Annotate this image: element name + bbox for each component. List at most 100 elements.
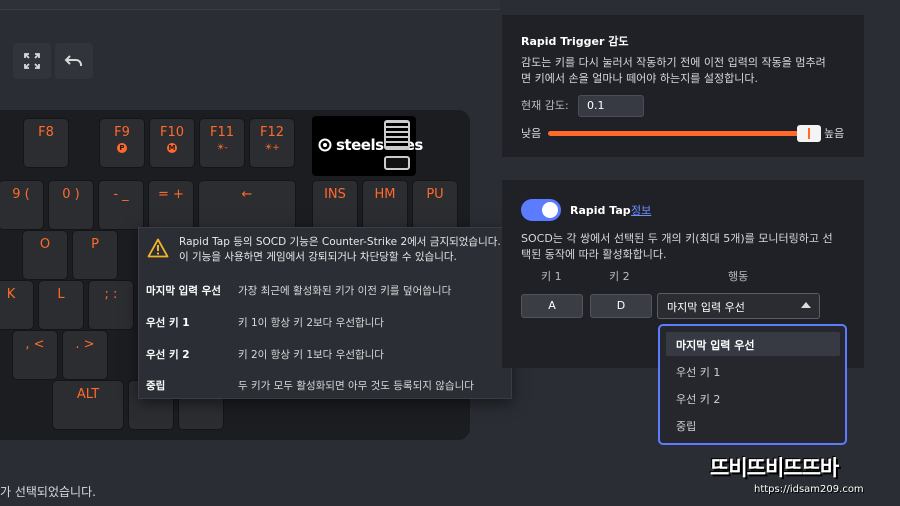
brightness-icon: ☀-: [216, 143, 228, 153]
keyboard-key[interactable]: = +: [148, 180, 194, 230]
key-label: 0 ): [62, 187, 80, 202]
sensitivity-input[interactable]: 0.1: [578, 95, 644, 117]
key-label: = +: [158, 187, 184, 202]
key-label: L: [57, 287, 65, 302]
sensitivity-slider-track[interactable]: [548, 131, 818, 136]
selection-status-text: 가 선택되었습니다.: [0, 485, 96, 499]
key-label: F9: [114, 125, 130, 140]
keyboard-key[interactable]: 0 ): [48, 180, 94, 230]
key2-button[interactable]: D: [590, 294, 652, 318]
keyboard-key[interactable]: , <: [12, 330, 58, 380]
tooltip-row-desc: 가장 최근에 활성화된 키가 이전 키를 덮어씁니다: [238, 285, 452, 297]
warning-text: Rapid Tap 등의 SOCD 기능은 Counter-Strike 2에서…: [179, 236, 501, 263]
key-label: ←: [241, 187, 253, 202]
column-key2-label: 키 2: [609, 270, 630, 283]
tooltip-row-desc: 키 2이 항상 키 1보다 우선합니다: [238, 349, 384, 361]
roller-icon: [384, 156, 410, 170]
key-label: F10: [159, 125, 185, 140]
tooltip-row: 마지막 입력 우선 가장 최근에 활성화된 키가 이전 키를 덮어씁니다: [146, 283, 506, 298]
keyboard-key[interactable]: F10 M: [149, 118, 195, 168]
key-label: PU: [426, 187, 444, 202]
top-bar: [0, 0, 500, 10]
dropdown-option-last-input[interactable]: 마지막 입력 우선: [666, 332, 840, 356]
sensitivity-slider-thumb[interactable]: [797, 125, 821, 142]
logo-key[interactable]: steelseries: [312, 116, 423, 176]
key-label: 9 (: [12, 187, 30, 202]
socd-warning-tooltip: Rapid Tap 등의 SOCD 기능은 Counter-Strike 2에서…: [138, 227, 512, 399]
undo-button[interactable]: [55, 43, 93, 79]
key-label: F11: [209, 125, 235, 140]
action-select-value: 마지막 입력 우선: [667, 301, 745, 314]
tooltip-row: 우선 키 1 키 1이 항상 키 2보다 우선합니다: [146, 315, 506, 330]
watermark-text: 뜨비뜨비뜨뜨바: [710, 456, 839, 480]
slider-high-label: 높음: [824, 127, 845, 140]
key-label: ; :: [104, 287, 118, 302]
rapid-tap-info-link[interactable]: 정보: [631, 202, 651, 219]
tooltip-row: 우선 키 2 키 2이 항상 키 1보다 우선합니다: [146, 347, 506, 362]
warning-icon: [147, 238, 169, 258]
screen-icon: [384, 120, 410, 150]
key-label: F12: [259, 125, 285, 140]
rapid-tap-desc-1: SOCD는 각 쌍에서 선택된 두 개의 키(최대 5개)를 모니터링하고 선: [521, 232, 833, 245]
fullscreen-button[interactable]: [13, 43, 51, 79]
keyboard-key[interactable]: HM: [362, 180, 408, 230]
current-sensitivity-label: 현재 감도:: [521, 99, 569, 112]
rapid-tap-title: Rapid Tap: [570, 204, 631, 217]
key-label: K: [6, 287, 16, 302]
keyboard-key[interactable]: ALT: [52, 380, 124, 430]
keyboard-key[interactable]: K: [0, 280, 34, 330]
action-select[interactable]: 마지막 입력 우선: [657, 293, 820, 319]
keyboard-key[interactable]: F11 ☀-: [199, 118, 245, 168]
undo-icon: [64, 55, 82, 66]
keyboard-key[interactable]: . >: [62, 330, 108, 380]
key-label: F8: [38, 125, 54, 140]
keyboard-key[interactable]: - _: [98, 180, 144, 230]
keyboard-key[interactable]: ; :: [88, 280, 134, 330]
tooltip-row-label: 중립: [146, 380, 166, 392]
tooltip-row-label: 우선 키 1: [146, 317, 190, 329]
column-key1-label: 키 1: [541, 270, 562, 283]
tooltip-row-desc: 키 1이 항상 키 2보다 우선합니다: [238, 317, 384, 329]
watermark-url: https://idsam209.com: [754, 484, 864, 495]
keyboard-key[interactable]: O: [22, 230, 68, 280]
tooltip-row: 중립 두 키가 모두 활성화되면 아무 것도 등록되지 않습니다: [146, 378, 506, 393]
key-label: ALT: [76, 387, 100, 402]
dropdown-option-priority-key1[interactable]: 우선 키 1: [666, 359, 840, 383]
key-label: P: [91, 237, 99, 252]
rapid-trigger-title: Rapid Trigger 감도: [521, 35, 629, 48]
dropdown-option-neutral[interactable]: 중립: [666, 413, 840, 437]
key-label: , <: [25, 337, 45, 352]
watermark: 뜨비뜨비뜨뜨바 https://idsam209.com: [706, 450, 896, 502]
rapid-tap-toggle[interactable]: [521, 199, 561, 221]
tooltip-row-desc: 두 키가 모두 활성화되면 아무 것도 등록되지 않습니다: [238, 380, 474, 392]
dropdown-option-priority-key2[interactable]: 우선 키 2: [666, 386, 840, 410]
steelseries-logo-icon: [318, 138, 332, 152]
key-label: . >: [75, 337, 95, 352]
slider-low-label: 낮음: [521, 127, 542, 140]
key-badge-icon: P: [117, 143, 127, 153]
keyboard-key[interactable]: 9 (: [0, 180, 44, 230]
keyboard-key[interactable]: PU: [412, 180, 458, 230]
tooltip-row-label: 마지막 입력 우선: [146, 285, 221, 297]
keyboard-key[interactable]: L: [38, 280, 84, 330]
key-label: HM: [374, 187, 396, 202]
keyboard-key[interactable]: F9 P: [99, 118, 145, 168]
key1-button[interactable]: A: [521, 294, 583, 318]
tooltip-row-label: 우선 키 2: [146, 349, 190, 361]
keyboard-key[interactable]: ←: [198, 180, 296, 230]
fullscreen-icon: [24, 53, 40, 69]
brightness-icon: ☀+: [264, 143, 280, 153]
rapid-trigger-desc-2: 면 키에서 손을 얼마나 떼어야 하는지를 설정합니다.: [521, 72, 758, 85]
keyboard-key[interactable]: P: [72, 230, 118, 280]
rapid-tap-desc-2: 택된 동작에 따라 활성화합니다.: [521, 248, 667, 261]
keyboard-key[interactable]: INS: [312, 180, 358, 230]
key-label: INS: [324, 187, 346, 202]
keyboard-key[interactable]: F8: [23, 118, 69, 168]
key-label: O: [39, 237, 51, 252]
keyboard-key[interactable]: F12 ☀+: [249, 118, 295, 168]
chevron-up-icon: [801, 302, 811, 308]
key-badge-icon: M: [167, 143, 177, 153]
action-dropdown: 마지막 입력 우선 우선 키 1 우선 키 2 중립: [658, 324, 847, 445]
rapid-trigger-desc-1: 감도는 키를 다시 눌러서 작동하기 전에 이전 입력의 작동을 멈추려: [521, 56, 826, 69]
column-action-label: 행동: [728, 270, 749, 283]
